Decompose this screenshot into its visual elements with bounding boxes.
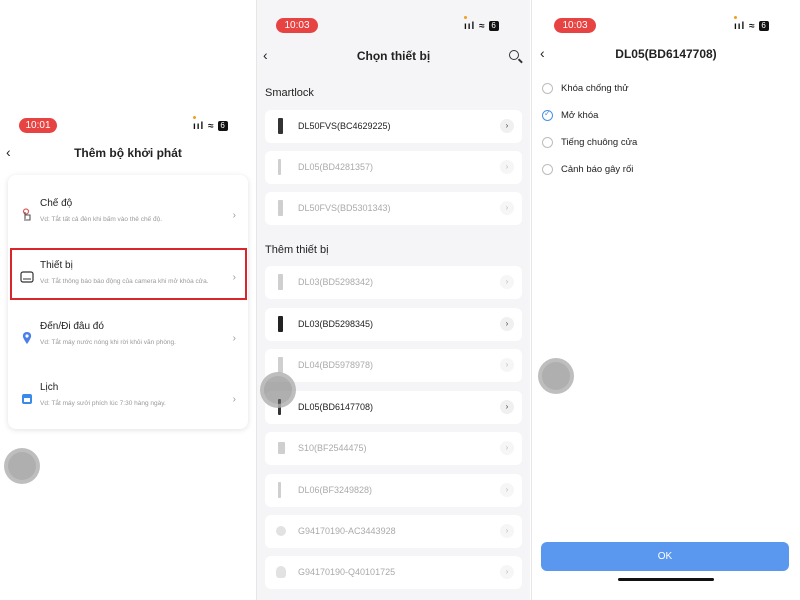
device-row: DL05(BD4281357) › [265, 151, 522, 184]
event-option-label: Mở khóa [561, 110, 599, 121]
chevron-right-icon: › [500, 358, 514, 372]
page-title: Chọn thiết bị [356, 49, 431, 63]
hand-tap-icon [22, 208, 31, 221]
bulb-icon [276, 566, 286, 578]
battery-icon: 6 [218, 121, 228, 132]
lock-device-icon [278, 482, 281, 498]
device-name: DL03(BD5298345) [298, 319, 374, 329]
calendar-icon [22, 394, 32, 404]
device-name: DL03(BD5298342) [298, 277, 374, 287]
chevron-right-icon: › [500, 317, 514, 331]
sensor-icon [276, 526, 286, 536]
device-row: DL04(BD5978978) › [265, 349, 522, 382]
signal-icon: ııl [734, 21, 746, 32]
option-label: Chế độ [40, 198, 73, 209]
chevron-right-icon: › [500, 483, 514, 497]
chevron-right-icon: › [500, 160, 514, 174]
signal-icon: ııl [193, 121, 205, 132]
battery-icon: 6 [759, 21, 769, 32]
status-time: 10:03 [276, 18, 318, 33]
device-row[interactable]: DL03(BD5298345) › [265, 308, 522, 341]
device-row: S10(BF2544475) › [265, 432, 522, 465]
lock-device-icon [278, 274, 283, 290]
wifi-icon: ≈ [479, 21, 486, 32]
page-title: DL05(BD6147708) [615, 47, 717, 61]
chevron-right-icon: › [232, 333, 236, 344]
add-trigger-screen: 10:01 ııl ≈ 6 ‹ Thêm bộ khởi phát Chế độ… [0, 0, 256, 600]
signal-icon: ııl [464, 21, 476, 32]
location-pin-icon [22, 332, 32, 344]
search-icon[interactable] [509, 50, 519, 60]
lock-device-icon [278, 357, 283, 373]
status-icons: ııl ≈ 6 [464, 16, 499, 32]
status-time: 10:01 [19, 118, 57, 133]
ok-button[interactable]: OK [541, 542, 789, 571]
radio-button-checked[interactable] [542, 109, 553, 121]
device-name: DL05(BD6147708) [298, 402, 374, 412]
status-icons: ııl ≈ 6 [193, 116, 228, 132]
lock-device-icon [278, 118, 283, 134]
option-desc: Vd: Tắt máy nước nóng khi rời khỏi văn p… [40, 339, 176, 346]
status-icons: ııl ≈ 6 [734, 16, 769, 32]
device-row[interactable]: DL50FVS(BC4629225) › [265, 110, 522, 143]
option-desc: Vd: Tắt tất cả đèn khi bấm vào thẻ chế đ… [40, 216, 163, 223]
option-schedule[interactable]: Lịch Vd: Tắt máy sưởi phích lúc 7:30 hàn… [8, 370, 248, 428]
device-row: DL06(BF3249828) › [265, 474, 522, 507]
device-name: S10(BF2544475) [298, 443, 367, 453]
lock-device-icon [278, 200, 283, 216]
option-mode[interactable]: Chế độ Vd: Tắt tất cả đèn khi bấm vào th… [8, 186, 248, 244]
chevron-right-icon: › [500, 400, 514, 414]
battery-icon: 6 [489, 21, 499, 32]
device-row: G94170190-Q40101725 › [265, 556, 522, 589]
event-option-label: Khóa chống thử [561, 83, 629, 94]
device-row: G94170190-AC3443928 › [265, 515, 522, 548]
option-location[interactable]: Đến/Đi đâu đó Vd: Tắt máy nước nóng khi … [8, 309, 248, 367]
radio-button[interactable] [542, 137, 553, 148]
device-event-screen: 10:03 ııl ≈ 6 ‹ DL05(BD6147708) Khóa chố… [532, 0, 800, 600]
lock-device-icon [278, 159, 281, 175]
wifi-icon: ≈ [208, 121, 215, 132]
chevron-right-icon: › [232, 210, 236, 221]
radio-button[interactable] [542, 83, 553, 94]
event-option-label: Cảnh báo gây rối [561, 164, 634, 175]
chevron-right-icon: › [500, 565, 514, 579]
lock-device-icon [278, 316, 283, 332]
section-title: Thêm thiết bị [265, 244, 329, 256]
touch-indicator [538, 358, 574, 394]
status-time: 10:03 [554, 18, 596, 33]
device-row[interactable]: DL05(BD6147708) › [265, 391, 522, 424]
chevron-right-icon: › [500, 524, 514, 538]
device-name: G94170190-Q40101725 [298, 567, 396, 577]
radio-button[interactable] [542, 164, 553, 175]
chevron-right-icon: › [232, 394, 236, 405]
selection-highlight [10, 248, 247, 300]
chevron-right-icon: › [500, 201, 514, 215]
home-indicator [618, 578, 714, 581]
trigger-options-card: Chế độ Vd: Tắt tất cả đèn khi bấm vào th… [8, 175, 248, 429]
chevron-right-icon: › [500, 441, 514, 455]
event-option-label: Tiếng chuông cửa [561, 137, 638, 148]
device-name: G94170190-AC3443928 [298, 526, 396, 536]
option-desc: Vd: Tắt máy sưởi phích lúc 7:30 hàng ngà… [40, 400, 166, 407]
device-row: DL50FVS(BD5301343) › [265, 192, 522, 225]
device-name: DL50FVS(BD5301343) [298, 203, 391, 213]
device-name: DL06(BF3249828) [298, 485, 373, 495]
option-label: Lịch [40, 382, 59, 393]
touch-indicator [4, 448, 40, 484]
touch-indicator [260, 372, 296, 408]
chevron-right-icon: › [500, 275, 514, 289]
option-label: Đến/Đi đâu đó [40, 321, 104, 332]
page-title: Thêm bộ khởi phát [74, 146, 182, 160]
section-title: Smartlock [265, 87, 314, 99]
wifi-icon: ≈ [749, 21, 756, 32]
device-row: DL03(BD5298342) › [265, 266, 522, 299]
choose-device-screen: 10:03 ııl ≈ 6 ‹ Chọn thiết bị Smartlock … [257, 0, 530, 600]
device-name: DL50FVS(BC4629225) [298, 121, 391, 131]
device-icon [278, 442, 285, 454]
device-name: DL05(BD4281357) [298, 162, 374, 172]
chevron-right-icon: › [500, 119, 514, 133]
device-name: DL04(BD5978978) [298, 360, 374, 370]
